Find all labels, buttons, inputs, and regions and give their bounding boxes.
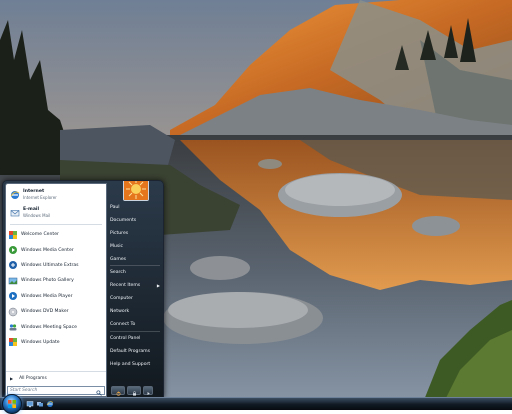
windows-update-icon	[8, 337, 18, 347]
all-programs-label: All Programs	[19, 376, 47, 381]
all-programs-button[interactable]: ▶ All Programs	[6, 371, 106, 385]
places-item-label: Search	[110, 270, 126, 276]
power-icon	[116, 381, 121, 397]
places-item-network[interactable]: Network	[107, 305, 163, 318]
photo-gallery-icon	[8, 276, 18, 286]
arrow-right-icon: ▶	[10, 376, 14, 381]
program-ultimate-extras[interactable]: Windows Ultimate Extras	[6, 258, 106, 273]
chevron-right-icon: ▶	[156, 283, 160, 289]
places-item-label: Recent Items	[110, 283, 141, 289]
recent-programs: Welcome Center Windows Media Center Wind…	[6, 227, 106, 350]
program-dvd-maker[interactable]: Windows DVD Maker	[6, 304, 106, 319]
places-list: Paul Documents Pictures Music Games Sear…	[107, 201, 163, 371]
places-item-label: Music	[110, 243, 124, 249]
program-label: Windows Meeting Space	[21, 324, 77, 330]
places-item-connect-to[interactable]: Connect To	[107, 318, 163, 331]
shutdown-options-button[interactable]	[143, 386, 153, 395]
pinned-item-sublabel: Windows Mail	[23, 213, 51, 218]
search-placeholder: Start Search	[10, 388, 38, 393]
program-label: Windows Media Center	[21, 247, 74, 253]
program-label: Windows Media Player	[21, 293, 73, 299]
switch-windows-icon[interactable]	[36, 400, 44, 408]
program-label: Windows DVD Maker	[21, 309, 69, 315]
media-player-icon	[8, 291, 18, 301]
dvd-maker-icon	[8, 307, 18, 317]
places-item-label: Paul	[110, 204, 120, 210]
show-desktop-icon[interactable]	[26, 400, 34, 408]
start-menu: Internet Internet Explorer E-mail Windows …	[2, 180, 164, 398]
places-item-control-panel[interactable]: Control Panel	[107, 332, 163, 345]
meeting-space-icon	[8, 322, 18, 332]
places-item-label: Control Panel	[110, 335, 141, 341]
places-item-label: Games	[110, 256, 127, 262]
places-item-computer[interactable]: Computer	[107, 292, 163, 305]
pinned-item-email[interactable]: E-mail Windows Mail	[8, 204, 104, 222]
windows-mail-icon	[10, 208, 20, 218]
ultimate-extras-icon	[8, 260, 18, 270]
program-meeting-space[interactable]: Windows Meeting Space	[6, 319, 106, 334]
places-item-label: Default Programs	[110, 348, 151, 354]
user-picture-icon[interactable]	[123, 181, 149, 201]
lock-button[interactable]	[127, 386, 141, 396]
places-item-help-support[interactable]: Help and Support	[107, 358, 163, 371]
places-item-label: Connect To	[110, 321, 136, 327]
places-item-label: Computer	[110, 296, 133, 302]
places-item-label: Documents	[110, 217, 137, 223]
search-icon	[96, 381, 102, 397]
arrow-right-icon	[146, 381, 151, 397]
places-item-recent-items[interactable]: Recent Items ▶	[107, 279, 163, 292]
program-media-player[interactable]: Windows Media Player	[6, 289, 106, 304]
internet-explorer-icon	[10, 190, 20, 200]
program-welcome-center[interactable]: Welcome Center	[6, 227, 106, 242]
start-menu-programs-pane: Internet Internet Explorer E-mail Windows …	[5, 183, 107, 397]
lock-icon	[132, 381, 137, 397]
program-label: Windows Update	[21, 339, 60, 345]
program-windows-update[interactable]: Windows Update	[6, 335, 106, 350]
start-search-input[interactable]: Start Search	[7, 386, 105, 396]
places-item-label: Pictures	[110, 230, 129, 236]
places-item-documents[interactable]: Documents	[107, 214, 163, 227]
start-button[interactable]	[2, 394, 22, 414]
separator	[10, 224, 102, 225]
program-label: Welcome Center	[21, 232, 59, 238]
places-item-search[interactable]: Search	[107, 266, 163, 279]
places-item-pictures[interactable]: Pictures	[107, 227, 163, 240]
taskbar	[0, 394, 512, 414]
places-item-label: Help and Support	[110, 361, 151, 367]
pinned-programs: Internet Internet Explorer E-mail Windows …	[6, 184, 106, 222]
places-item-label: Network	[110, 309, 130, 315]
internet-explorer-icon[interactable]	[46, 400, 54, 408]
places-item-default-programs[interactable]: Default Programs	[107, 345, 163, 358]
program-media-center[interactable]: Windows Media Center	[6, 242, 106, 257]
power-button[interactable]	[111, 386, 125, 396]
power-controls	[111, 386, 153, 396]
start-menu-places-pane: Paul Documents Pictures Music Games Sear…	[107, 181, 163, 397]
places-item-games[interactable]: Games	[107, 253, 163, 266]
program-label: Windows Photo Gallery	[21, 278, 74, 284]
pinned-item-internet[interactable]: Internet Internet Explorer	[8, 186, 104, 204]
program-photo-gallery[interactable]: Windows Photo Gallery	[6, 273, 106, 288]
places-item-user[interactable]: Paul	[107, 201, 163, 214]
welcome-center-icon	[8, 230, 18, 240]
places-item-music[interactable]: Music	[107, 240, 163, 253]
media-center-icon	[8, 245, 18, 255]
pinned-item-sublabel: Internet Explorer	[23, 195, 57, 200]
program-label: Windows Ultimate Extras	[21, 262, 79, 268]
